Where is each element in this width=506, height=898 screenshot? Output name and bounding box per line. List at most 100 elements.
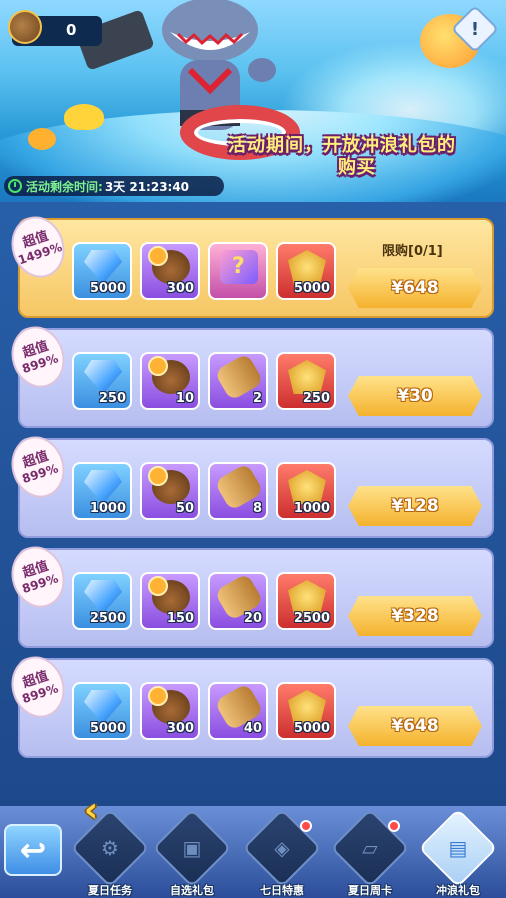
item-quantity: 250 — [98, 391, 126, 406]
tab-label: 自选礼包 — [170, 884, 214, 897]
reward-item-diamond[interactable]: 1000 — [72, 462, 132, 520]
item-quantity: 5000 — [293, 281, 330, 296]
reward-item-diamond[interactable]: 5000 — [72, 682, 132, 740]
item-quantity: 2 — [252, 391, 262, 406]
coconut-drink-icon — [148, 686, 190, 724]
task-icon: ⚙ — [101, 836, 119, 860]
mystery-card-icon — [220, 250, 258, 284]
item-quantity: 2500 — [293, 611, 330, 626]
reward-item-telescope[interactable]: 2 — [208, 352, 268, 410]
gift-box-icon: ▣ — [182, 836, 202, 860]
gold-crest-icon — [288, 580, 326, 614]
clock-icon — [8, 179, 22, 193]
reward-item-crest[interactable]: 5000 — [276, 682, 336, 740]
tab-seven-day-deal[interactable]: ◈ 七日特惠 — [240, 808, 324, 898]
item-quantity: 5000 — [293, 721, 330, 736]
reward-item-coconut[interactable]: 300 — [140, 242, 200, 300]
tab-optional-gift[interactable]: ▣ 自选礼包 — [150, 808, 234, 898]
item-quantity: 50 — [175, 501, 194, 516]
reward-item-coconut[interactable]: 300 — [140, 682, 200, 740]
surf-gift-icon: ▤ — [448, 836, 468, 860]
back-arrow-icon: ↩ — [19, 831, 47, 869]
tab-surf-gift[interactable]: ▤ 冲浪礼包 — [416, 808, 500, 898]
ticket-icon: ▱ — [362, 836, 378, 860]
currency-value: 0 — [66, 21, 77, 39]
item-quantity: 5000 — [89, 721, 126, 736]
reward-item-mystery[interactable] — [208, 242, 268, 300]
gift-pack-4: 超值 899% 2500 150 20 2500 ¥328 — [3, 539, 494, 648]
coconut-drink-icon — [8, 10, 42, 44]
value-badge: 超值 899% — [3, 319, 73, 395]
tab-label: 冲浪礼包 — [436, 884, 480, 897]
coconut-drink-icon — [148, 356, 190, 394]
back-button[interactable]: ↩ — [4, 824, 62, 876]
coconut-drink-icon — [148, 576, 190, 614]
gold-crest-icon — [288, 470, 326, 504]
item-quantity: 300 — [166, 281, 194, 296]
reward-item-diamond[interactable]: 5000 — [72, 242, 132, 300]
item-quantity: 1000 — [293, 501, 330, 516]
tab-label: 夏日任务 — [88, 884, 132, 897]
gift-pack-2: 超值 899% 250 10 2 250 ¥30 — [3, 319, 494, 428]
reward-item-coconut[interactable]: 50 — [140, 462, 200, 520]
reward-item-coconut[interactable]: 150 — [140, 572, 200, 630]
rubber-duck-illustration — [64, 104, 104, 130]
reward-item-coconut[interactable]: 10 — [140, 352, 200, 410]
currency-counter: 0 — [8, 10, 102, 46]
timer-label: 活动剩余时间: — [26, 179, 103, 194]
gift-pack-1: 超值 1499% 5000 300 5000 限购[0/1] ¥648 — [3, 209, 494, 318]
item-quantity: 250 — [302, 391, 330, 406]
gift-bag-icon: ◈ — [274, 836, 290, 860]
item-quantity: 20 — [243, 611, 262, 626]
item-quantity: 5000 — [89, 281, 126, 296]
reward-item-diamond[interactable]: 2500 — [72, 572, 132, 630]
item-quantity: 150 — [166, 611, 194, 626]
diamond-icon — [84, 470, 122, 504]
buy-button[interactable]: ¥30 — [348, 376, 482, 416]
tab-summer-weekly-card[interactable]: ▱ 夏日周卡 — [328, 808, 412, 898]
gold-crest-icon — [288, 360, 326, 394]
reward-item-crest[interactable]: 2500 — [276, 572, 336, 630]
coconut-drink-icon — [148, 246, 190, 284]
coconut-drink-icon — [148, 466, 190, 504]
diamond-icon — [84, 690, 122, 724]
value-badge: 超值 899% — [3, 649, 73, 725]
item-quantity: 300 — [166, 721, 194, 736]
buy-button[interactable]: ¥648 — [348, 706, 482, 746]
reward-item-telescope[interactable]: 20 — [208, 572, 268, 630]
buy-button[interactable]: ¥128 — [348, 486, 482, 526]
item-quantity: 1000 — [89, 501, 126, 516]
buy-button[interactable]: ¥328 — [348, 596, 482, 636]
item-quantity: 40 — [243, 721, 262, 736]
reward-item-crest[interactable]: 1000 — [276, 462, 336, 520]
item-quantity: 2500 — [89, 611, 126, 626]
reward-item-crest[interactable]: 250 — [276, 352, 336, 410]
headline-line-1: 活动期间，开放冲浪礼包的 — [228, 135, 456, 156]
notification-dot — [300, 820, 312, 832]
exclamation-icon: ! — [470, 18, 480, 40]
event-headline: 活动期间，开放冲浪礼包的 购买 — [228, 135, 498, 179]
small-fish-illustration — [28, 128, 56, 150]
bottom-navigation: ↩ ‹ ⚙ 夏日任务 ▣ 自选礼包 ◈ 七日特惠 ▱ 夏日周卡 ▤ 冲浪礼包 — [0, 790, 506, 898]
gold-crest-icon — [288, 690, 326, 724]
item-quantity: 10 — [175, 391, 194, 406]
diamond-icon — [84, 250, 122, 284]
timer-value: 3天 21:23:40 — [104, 179, 190, 194]
reward-item-telescope[interactable]: 40 — [208, 682, 268, 740]
tab-summer-task[interactable]: ⚙ 夏日任务 — [68, 808, 152, 898]
gold-crest-icon — [288, 250, 326, 284]
purchase-limit: 限购[0/1] — [382, 244, 443, 259]
reward-item-diamond[interactable]: 250 — [72, 352, 132, 410]
buy-button[interactable]: ¥648 — [348, 268, 482, 308]
tab-label: 七日特惠 — [260, 884, 304, 897]
headline-line-2: 购买 — [338, 157, 376, 178]
reward-item-crest[interactable]: 5000 — [276, 242, 336, 300]
diamond-icon — [84, 360, 122, 394]
gift-pack-3: 超值 899% 1000 50 8 1000 ¥128 — [3, 429, 494, 538]
event-banner: 0 ! 活动期间，开放冲浪礼包的 购买 活动剩余时间: 3天 21:23:40 — [0, 0, 506, 202]
tab-label: 夏日周卡 — [348, 884, 392, 897]
reward-item-telescope[interactable]: 8 — [208, 462, 268, 520]
surf-gift-screen: 0 ! 活动期间，开放冲浪礼包的 购买 活动剩余时间: 3天 21:23:40 … — [0, 0, 506, 898]
item-quantity: 8 — [252, 501, 262, 516]
value-badge: 超值 899% — [3, 539, 73, 615]
